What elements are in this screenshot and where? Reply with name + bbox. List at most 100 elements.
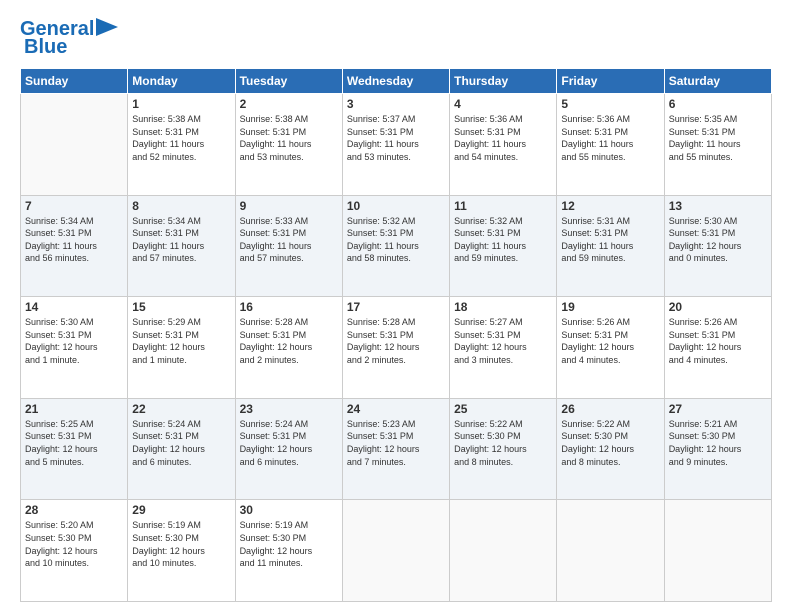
calendar-week-row: 14 Sunrise: 5:30 AM Sunset: 5:31 PM Dayli… (21, 297, 772, 399)
calendar-day-cell: 30 Sunrise: 5:19 AM Sunset: 5:30 PM Dayli… (235, 500, 342, 602)
calendar-day-cell (450, 500, 557, 602)
calendar-day-cell: 5Sunrise: 5:36 AM Sunset: 5:31 PM Daylig… (557, 94, 664, 196)
logo: General Blue (20, 18, 118, 58)
day-info: Sunrise: 5:34 AM Sunset: 5:31 PM Dayligh… (25, 215, 123, 265)
day-number: 16 (240, 300, 338, 314)
calendar-day-cell: 18Sunrise: 5:27 AM Sunset: 5:31 PM Dayli… (450, 297, 557, 399)
day-info: Sunrise: 5:37 AM Sunset: 5:31 PM Dayligh… (347, 113, 445, 163)
calendar-day-cell (557, 500, 664, 602)
calendar-day-cell: 4 Sunrise: 5:36 AM Sunset: 5:31 PM Daylig… (450, 94, 557, 196)
weekday-header: Saturday (664, 69, 771, 94)
day-number: 28 (25, 503, 123, 517)
day-info: Sunrise: 5:31 AM Sunset: 5:31 PM Dayligh… (561, 215, 659, 265)
weekday-header: Tuesday (235, 69, 342, 94)
header: General Blue (20, 18, 772, 58)
day-number: 29 (132, 503, 230, 517)
calendar-day-cell: 16 Sunrise: 5:28 AM Sunset: 5:31 PM Dayli… (235, 297, 342, 399)
day-info: Sunrise: 5:24 AM Sunset: 5:31 PM Dayligh… (132, 418, 230, 468)
calendar-day-cell: 23 Sunrise: 5:24 AM Sunset: 5:31 PM Dayli… (235, 398, 342, 500)
calendar-day-cell: 8 Sunrise: 5:34 AM Sunset: 5:31 PM Daylig… (128, 195, 235, 297)
day-info: Sunrise: 5:36 AM Sunset: 5:31 PM Dayligh… (454, 113, 552, 163)
day-info: Sunrise: 5:38 AM Sunset: 5:31 PM Dayligh… (240, 113, 338, 163)
page: General Blue SundayMondayTuesdayWednesda… (0, 0, 792, 612)
day-number: 6 (669, 97, 767, 111)
day-info: Sunrise: 5:30 AM Sunset: 5:31 PM Dayligh… (669, 215, 767, 265)
day-number: 24 (347, 402, 445, 416)
day-info: Sunrise: 5:20 AM Sunset: 5:30 PM Dayligh… (25, 519, 123, 569)
calendar-week-row: 21 Sunrise: 5:25 AM Sunset: 5:31 PM Dayli… (21, 398, 772, 500)
day-info: Sunrise: 5:34 AM Sunset: 5:31 PM Dayligh… (132, 215, 230, 265)
day-info: Sunrise: 5:26 AM Sunset: 5:31 PM Dayligh… (561, 316, 659, 366)
calendar-day-cell: 15 Sunrise: 5:29 AM Sunset: 5:31 PM Dayli… (128, 297, 235, 399)
calendar-day-cell (342, 500, 449, 602)
day-number: 17 (347, 300, 445, 314)
calendar-day-cell: 11Sunrise: 5:32 AM Sunset: 5:31 PM Dayli… (450, 195, 557, 297)
calendar-day-cell: 17 Sunrise: 5:28 AM Sunset: 5:31 PM Dayli… (342, 297, 449, 399)
calendar-day-cell: 13 Sunrise: 5:30 AM Sunset: 5:31 PM Dayli… (664, 195, 771, 297)
day-info: Sunrise: 5:29 AM Sunset: 5:31 PM Dayligh… (132, 316, 230, 366)
day-number: 30 (240, 503, 338, 517)
calendar-day-cell: 28 Sunrise: 5:20 AM Sunset: 5:30 PM Dayli… (21, 500, 128, 602)
calendar-header-row: SundayMondayTuesdayWednesdayThursdayFrid… (21, 69, 772, 94)
logo-arrow-icon (96, 18, 118, 36)
day-number: 3 (347, 97, 445, 111)
day-number: 8 (132, 199, 230, 213)
day-info: Sunrise: 5:22 AM Sunset: 5:30 PM Dayligh… (454, 418, 552, 468)
calendar-day-cell: 3 Sunrise: 5:37 AM Sunset: 5:31 PM Daylig… (342, 94, 449, 196)
day-info: Sunrise: 5:28 AM Sunset: 5:31 PM Dayligh… (240, 316, 338, 366)
day-number: 14 (25, 300, 123, 314)
day-number: 21 (25, 402, 123, 416)
day-info: Sunrise: 5:24 AM Sunset: 5:31 PM Dayligh… (240, 418, 338, 468)
day-number: 20 (669, 300, 767, 314)
calendar-day-cell: 1 Sunrise: 5:38 AM Sunset: 5:31 PM Daylig… (128, 94, 235, 196)
day-info: Sunrise: 5:19 AM Sunset: 5:30 PM Dayligh… (132, 519, 230, 569)
calendar-day-cell: 21 Sunrise: 5:25 AM Sunset: 5:31 PM Dayli… (21, 398, 128, 500)
calendar-day-cell: 2 Sunrise: 5:38 AM Sunset: 5:31 PM Daylig… (235, 94, 342, 196)
day-number: 9 (240, 199, 338, 213)
calendar-day-cell: 19 Sunrise: 5:26 AM Sunset: 5:31 PM Dayli… (557, 297, 664, 399)
day-info: Sunrise: 5:28 AM Sunset: 5:31 PM Dayligh… (347, 316, 445, 366)
day-number: 2 (240, 97, 338, 111)
day-number: 22 (132, 402, 230, 416)
calendar-day-cell: 29 Sunrise: 5:19 AM Sunset: 5:30 PM Dayli… (128, 500, 235, 602)
day-number: 18 (454, 300, 552, 314)
day-number: 12 (561, 199, 659, 213)
day-info: Sunrise: 5:32 AM Sunset: 5:31 PM Dayligh… (454, 215, 552, 265)
day-number: 15 (132, 300, 230, 314)
day-info: Sunrise: 5:30 AM Sunset: 5:31 PM Dayligh… (25, 316, 123, 366)
day-info: Sunrise: 5:26 AM Sunset: 5:31 PM Dayligh… (669, 316, 767, 366)
day-number: 26 (561, 402, 659, 416)
day-info: Sunrise: 5:25 AM Sunset: 5:31 PM Dayligh… (25, 418, 123, 468)
day-info: Sunrise: 5:33 AM Sunset: 5:31 PM Dayligh… (240, 215, 338, 265)
calendar-day-cell: 20 Sunrise: 5:26 AM Sunset: 5:31 PM Dayli… (664, 297, 771, 399)
day-info: Sunrise: 5:38 AM Sunset: 5:31 PM Dayligh… (132, 113, 230, 163)
day-info: Sunrise: 5:35 AM Sunset: 5:31 PM Dayligh… (669, 113, 767, 163)
calendar-table: SundayMondayTuesdayWednesdayThursdayFrid… (20, 68, 772, 602)
day-number: 7 (25, 199, 123, 213)
day-number: 5 (561, 97, 659, 111)
day-number: 1 (132, 97, 230, 111)
day-number: 10 (347, 199, 445, 213)
day-number: 23 (240, 402, 338, 416)
logo-blue: Blue (24, 36, 67, 58)
weekday-header: Sunday (21, 69, 128, 94)
calendar-day-cell: 7 Sunrise: 5:34 AM Sunset: 5:31 PM Daylig… (21, 195, 128, 297)
calendar-day-cell: 14 Sunrise: 5:30 AM Sunset: 5:31 PM Dayli… (21, 297, 128, 399)
calendar-day-cell: 25Sunrise: 5:22 AM Sunset: 5:30 PM Dayli… (450, 398, 557, 500)
weekday-header: Thursday (450, 69, 557, 94)
calendar-day-cell: 26 Sunrise: 5:22 AM Sunset: 5:30 PM Dayli… (557, 398, 664, 500)
calendar-day-cell (21, 94, 128, 196)
calendar-week-row: 28 Sunrise: 5:20 AM Sunset: 5:30 PM Dayli… (21, 500, 772, 602)
calendar-day-cell: 22 Sunrise: 5:24 AM Sunset: 5:31 PM Dayli… (128, 398, 235, 500)
day-number: 13 (669, 199, 767, 213)
weekday-header: Friday (557, 69, 664, 94)
calendar-day-cell: 9 Sunrise: 5:33 AM Sunset: 5:31 PM Daylig… (235, 195, 342, 297)
calendar-day-cell: 10Sunrise: 5:32 AM Sunset: 5:31 PM Dayli… (342, 195, 449, 297)
calendar-week-row: 7 Sunrise: 5:34 AM Sunset: 5:31 PM Daylig… (21, 195, 772, 297)
weekday-header: Monday (128, 69, 235, 94)
day-info: Sunrise: 5:22 AM Sunset: 5:30 PM Dayligh… (561, 418, 659, 468)
day-number: 4 (454, 97, 552, 111)
day-number: 19 (561, 300, 659, 314)
calendar-day-cell: 12 Sunrise: 5:31 AM Sunset: 5:31 PM Dayli… (557, 195, 664, 297)
day-info: Sunrise: 5:19 AM Sunset: 5:30 PM Dayligh… (240, 519, 338, 569)
